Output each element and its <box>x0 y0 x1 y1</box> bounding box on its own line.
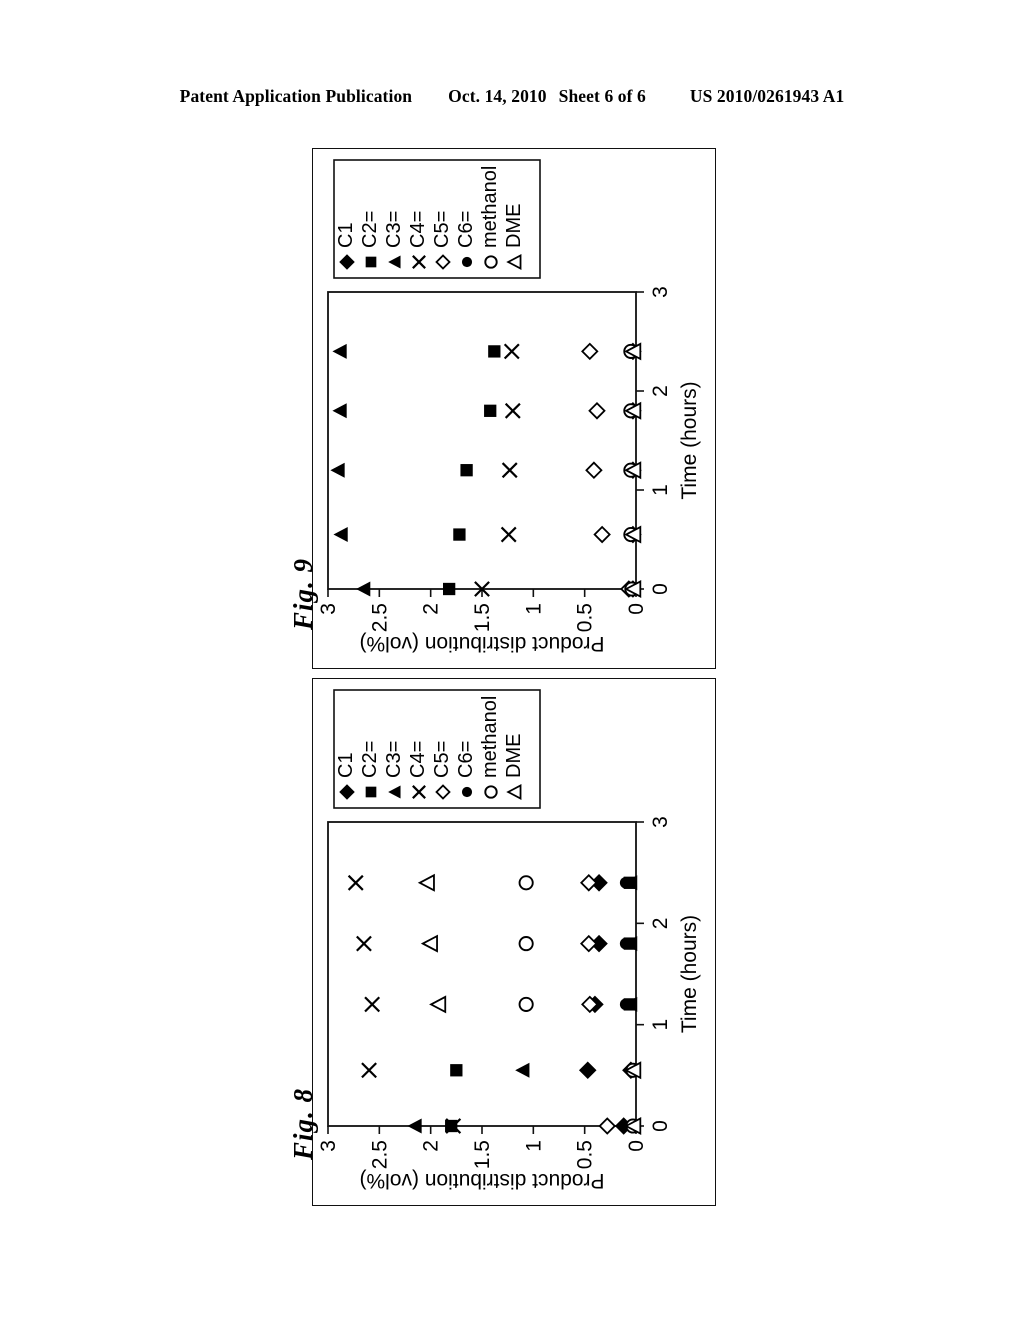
y-tick-label: 3 <box>317 1140 340 1152</box>
x-tick-label: 1 <box>649 484 672 496</box>
y-tick-label: 1.5 <box>471 603 494 632</box>
scatter-plot: 0 0.5 1 1.5 2 2.5 3 0 1 2 3 Time (hours) Product dis… <box>317 689 701 1192</box>
x-axis-title: Time (hours) <box>678 381 701 499</box>
y-tick-label: 3 <box>317 603 340 615</box>
legend-label-C4=: C4= <box>407 741 429 778</box>
plot-area <box>327 291 637 590</box>
legend-label-C4=: C4= <box>407 211 429 248</box>
legend-label-C1: C1 <box>335 222 357 248</box>
x-tick-label: 1 <box>649 1019 672 1031</box>
legend-label-C6=: C6= <box>455 211 477 248</box>
figure-sheet: Fig. 9 0 0.5 1 1.5 2 2.5 3 0 1 2 3 Time (hours) Prod… <box>0 0 1024 1320</box>
marker-filled-square <box>453 528 466 541</box>
y-tick-label: 2.5 <box>368 603 391 632</box>
marker-filled-square <box>365 256 377 268</box>
figure-8-chart: 0 0.5 1 1.5 2 2.5 3 0 1 2 3 Time (hours) Product dis… <box>314 682 712 1204</box>
y-tick-label: 2 <box>420 603 443 615</box>
legend-label-methanol: methanol <box>479 696 501 778</box>
y-tick-label: 0 <box>625 1140 648 1152</box>
y-tick-label: 1.5 <box>471 1140 494 1169</box>
legend-label-DME: DME <box>503 734 525 778</box>
legend-label-C2=: C2= <box>359 211 381 248</box>
y-tick-label: 1 <box>522 603 545 615</box>
y-tick-label: 2 <box>420 1140 443 1152</box>
marker-open-circle <box>484 255 498 269</box>
marker-filled-square <box>450 1064 463 1077</box>
legend-label-C3=: C3= <box>383 211 405 248</box>
legend-label-C6=: C6= <box>455 741 477 778</box>
marker-filled-circle <box>461 256 473 268</box>
marker-filled-square <box>365 786 377 798</box>
x-tick-label: 3 <box>649 286 672 298</box>
x-axis-title: Time (hours) <box>678 915 701 1033</box>
marker-filled-square <box>488 345 501 358</box>
legend-label-methanol: methanol <box>479 166 501 248</box>
figure-9-chart: 0 0.5 1 1.5 2 2.5 3 0 1 2 3 Time (hours) Product dis… <box>314 152 712 667</box>
legend-label-C1: C1 <box>335 752 357 778</box>
y-tick-label: 2.5 <box>368 1140 391 1169</box>
marker-filled-circle <box>619 998 632 1011</box>
legend-label-DME: DME <box>503 204 525 248</box>
marker-filled-circle <box>461 786 473 798</box>
marker-open-circle <box>518 996 534 1012</box>
x-tick-label: 3 <box>649 816 672 828</box>
legend-label-C5=: C5= <box>431 741 453 778</box>
y-tick-label: 1 <box>522 1140 545 1152</box>
marker-filled-square <box>484 404 497 417</box>
marker-filled-circle <box>619 876 632 889</box>
x-tick-label: 2 <box>649 385 672 397</box>
marker-filled-circle <box>619 937 632 950</box>
x-tick-label: 0 <box>649 583 672 595</box>
marker-open-circle <box>518 936 534 952</box>
legend-label-C3=: C3= <box>383 741 405 778</box>
marker-filled-square <box>442 582 456 596</box>
y-tick-label: 0.5 <box>574 603 597 632</box>
marker-open-circle <box>518 875 534 891</box>
y-axis-title: Product distribution (vol%) <box>359 1169 604 1192</box>
x-tick-label: 0 <box>649 1120 672 1132</box>
marker-open-circle <box>484 785 498 799</box>
y-tick-label: 0.5 <box>574 1140 597 1169</box>
y-axis-title: Product distribution (vol%) <box>359 632 604 655</box>
legend-label-C2=: C2= <box>359 741 381 778</box>
x-tick-label: 2 <box>649 917 672 929</box>
scatter-plot: 0 0.5 1 1.5 2 2.5 3 0 1 2 3 Time (hours) Product dis… <box>317 159 701 655</box>
marker-filled-square <box>460 464 473 477</box>
plot-area <box>327 821 637 1127</box>
y-tick-label: 0 <box>625 603 648 615</box>
marker-filled-square <box>445 1119 458 1133</box>
legend-label-C5=: C5= <box>431 211 453 248</box>
